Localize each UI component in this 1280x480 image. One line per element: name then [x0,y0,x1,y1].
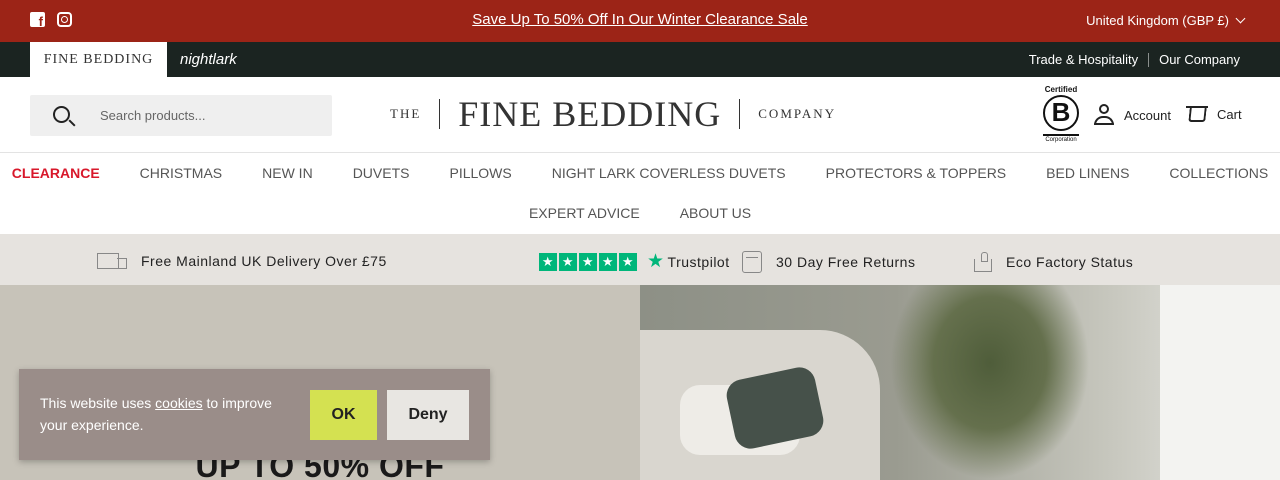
nav-item-new-in[interactable]: NEW IN [262,165,313,181]
trade-hospitality-link[interactable]: Trade & Hospitality [1029,52,1138,67]
olive-tree-graphic [890,285,1090,480]
region-label: United Kingdom (GBP £) [1086,13,1229,28]
cookie-text: This website uses [40,395,156,411]
region-selector[interactable]: United Kingdom (GBP £) [1086,13,1246,28]
trustpilot-logo: ★ Trustpilot [647,250,730,273]
site-logo[interactable]: THE FINE BEDDING COMPANY [390,94,837,134]
search-icon[interactable] [53,106,70,123]
account-label: Account [1124,107,1171,123]
cart-icon [1186,104,1209,124]
usp-eco-text: Eco Factory Status [1006,254,1134,270]
bcorp-certified: Certified [1044,85,1078,94]
brand-switcher-bar: FINE BEDDING nightlark Trade & Hospitali… [0,42,1280,77]
user-icon [1094,104,1114,126]
logo-main: FINE BEDDING [458,94,722,134]
nav-item-bed-linens[interactable]: BED LINENS [1046,165,1129,181]
brand-tab-fine-bedding[interactable]: FINE BEDDING [30,42,167,77]
trustpilot-stars: ★ ★ ★ ★ ★ [539,252,637,271]
trustpilot-star-icon: ★ [647,251,665,272]
bcorp-letter: B [1043,95,1079,131]
brand-tab-nightlark[interactable]: nightlark [180,42,237,77]
usp-delivery-text: Free Mainland UK Delivery Over £75 [141,253,387,269]
chevron-down-icon [1235,13,1246,24]
star-icon: ★ [539,252,557,271]
trustpilot-label: Trustpilot [667,253,730,270]
account-link[interactable]: Account [1094,104,1171,126]
usp-bar: Free Mainland UK Delivery Over £75 ★ ★ ★… [0,234,1280,285]
star-icon: ★ [579,252,597,271]
site-header: THE FINE BEDDING COMPANY Certified B Cor… [0,77,1280,153]
divider [1043,134,1079,136]
usp-returns-text: 30 Day Free Returns [776,254,916,270]
cookie-ok-button[interactable]: OK [310,390,377,440]
nav-row: CLEARANCE CHRISTMAS NEW IN DUVETS PILLOW… [0,165,1280,181]
star-icon: ★ [619,252,637,271]
cookie-banner: This website uses cookies to improve you… [19,369,490,460]
nav-item-pillows[interactable]: PILLOWS [449,165,511,181]
trustpilot-rating[interactable]: ★ ★ ★ ★ ★ ★ Trustpilot [539,250,730,273]
nav-item-night-lark[interactable]: NIGHT LARK COVERLESS DUVETS [552,165,786,181]
our-company-link[interactable]: Our Company [1159,52,1240,67]
nav-item-duvets[interactable]: DUVETS [353,165,410,181]
nav-item-expert-advice[interactable]: EXPERT ADVICE [529,205,640,221]
search-input[interactable] [100,105,320,125]
nav-row: EXPERT ADVICE ABOUT US [0,205,1280,221]
logo-company: COMPANY [758,106,837,121]
logo-the: THE [390,106,422,121]
nav-item-about-us[interactable]: ABOUT US [680,205,751,221]
nav-item-clearance[interactable]: CLEARANCE [12,165,100,181]
cookie-deny-button[interactable]: Deny [387,390,469,440]
factory-icon [972,251,992,273]
bcorp-corporation: Corporation [1045,137,1077,143]
nav-item-protectors[interactable]: PROTECTORS & TOPPERS [826,165,1007,181]
announcement-bar: Save Up To 50% Off In Our Winter Clearan… [0,0,1280,42]
truck-icon [97,251,127,271]
usp-delivery: Free Mainland UK Delivery Over £75 [97,251,387,271]
utility-links: Trade & Hospitality Our Company [1029,52,1240,67]
returns-box-icon [742,251,762,273]
cookie-message: This website uses cookies to improve you… [40,392,300,436]
nav-item-collections[interactable]: COLLECTIONS [1169,165,1268,181]
star-icon: ★ [559,252,577,271]
window-graphic [1160,285,1280,480]
cart-label: Cart [1217,106,1242,122]
logo-divider [439,99,441,129]
star-icon: ★ [599,252,617,271]
logo-divider [739,99,741,129]
cookies-link[interactable]: cookies [155,395,202,411]
search-bar [30,95,332,136]
bcorp-badge: Certified B Corporation [1040,85,1082,147]
cart-link[interactable]: Cart [1186,104,1242,124]
usp-returns: 30 Day Free Returns [742,251,915,273]
main-navigation: CLEARANCE CHRISTMAS NEW IN DUVETS PILLOW… [0,154,1280,234]
hero-image [640,285,1280,480]
usp-eco: Eco Factory Status [972,251,1133,273]
nav-item-christmas[interactable]: CHRISTMAS [140,165,222,181]
divider [1148,52,1150,67]
